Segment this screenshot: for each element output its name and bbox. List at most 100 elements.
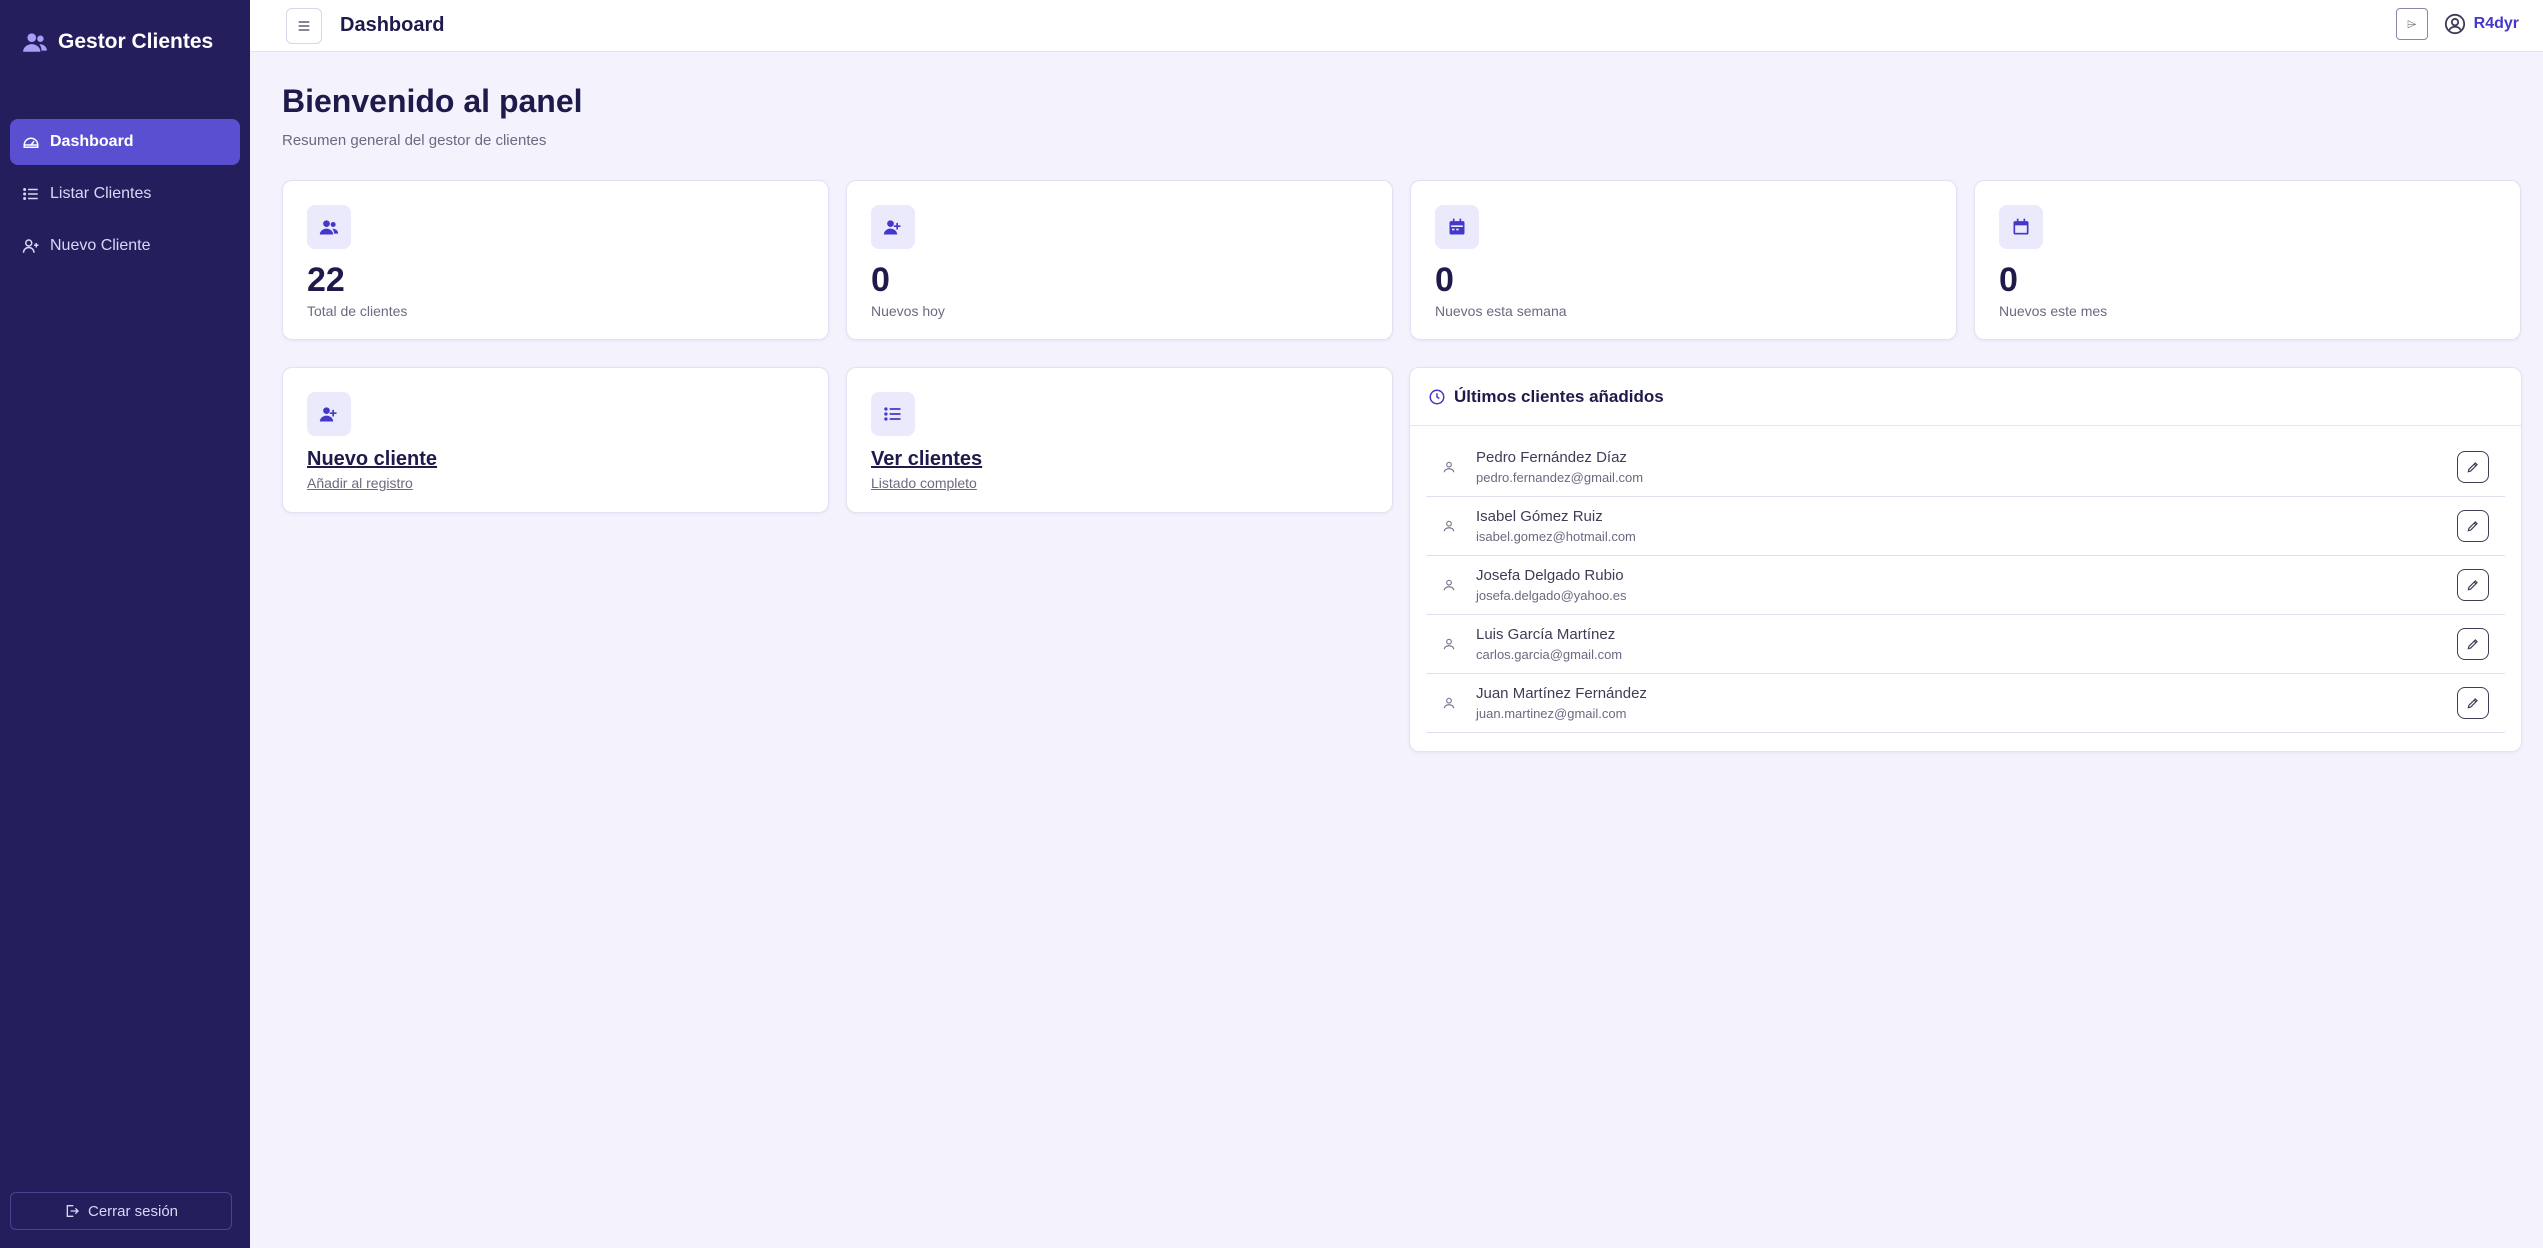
users-icon xyxy=(319,220,339,235)
person-icon xyxy=(1443,638,1455,650)
client-email: carlos.garcia@gmail.com xyxy=(1476,647,1623,662)
person-icon xyxy=(1443,579,1455,591)
pin-button[interactable]: ⌲ xyxy=(2395,8,2428,40)
stat-value: 22 xyxy=(307,261,345,299)
page-header-title: Dashboard xyxy=(340,14,445,36)
user-plus-icon xyxy=(22,239,39,253)
action-title[interactable]: Ver clientes xyxy=(871,448,1368,471)
sidebar-nav: Dashboard Listar Clientes Nuevo Cliente xyxy=(0,119,250,269)
topbar-actions: ⌲ R4dyr xyxy=(2395,8,2519,40)
client-name: Josefa Delgado Rubio xyxy=(1476,567,1624,584)
client-info: Pedro Fernández Díaz pedro.fernandez@gma… xyxy=(1476,449,1643,485)
main-content: Bienvenido al panel Resumen general del … xyxy=(282,52,2522,752)
pencil-icon xyxy=(2467,698,2478,709)
stat-value: 0 xyxy=(871,261,890,299)
pencil-icon xyxy=(2467,521,2478,532)
logout-button[interactable]: Cerrar sesión xyxy=(10,1192,232,1230)
sidebar-item-label: Nuevo Cliente xyxy=(50,237,151,254)
edit-button[interactable] xyxy=(2457,451,2489,483)
logout-icon xyxy=(66,1205,79,1217)
client-name: Isabel Gómez Ruiz xyxy=(1476,508,1603,525)
client-name: Luis García Martínez xyxy=(1476,626,1616,643)
sidebar-item-label: Listar Clientes xyxy=(50,185,152,202)
action-subtitle[interactable]: Listado completo xyxy=(871,475,1368,491)
brand-name: Gestor Clientes xyxy=(58,30,214,53)
recent-clients-title: Últimos clientes añadidos xyxy=(1454,386,1664,406)
menu-toggle-button[interactable] xyxy=(286,7,322,44)
client-info: Juan Martínez Fernández juan.martinez@gm… xyxy=(1476,685,1647,721)
page-subtitle: Resumen general del gestor de clientes xyxy=(282,132,547,149)
sidebar: Gestor Clientes Dashboard Listar Cliente… xyxy=(0,0,250,1248)
calendar-month-icon xyxy=(2013,218,2029,235)
list-icon xyxy=(884,407,901,421)
person-icon xyxy=(1443,520,1455,532)
edit-button[interactable] xyxy=(2457,510,2489,542)
client-name: Juan Martínez Fernández xyxy=(1476,685,1647,702)
sidebar-item-dashboard[interactable]: Dashboard xyxy=(10,119,240,165)
pencil-icon xyxy=(2467,580,2478,591)
client-info: Isabel Gómez Ruiz isabel.gomez@hotmail.c… xyxy=(1476,508,1636,544)
calendar-week-icon xyxy=(1449,218,1465,235)
pencil-icon xyxy=(2467,462,2478,473)
recent-clients-card: Últimos clientes añadidos Pedro Fernánde… xyxy=(1409,367,2522,752)
page-title: Bienvenido al panel xyxy=(282,83,583,119)
action-icon-box xyxy=(307,392,351,436)
client-name: Pedro Fernández Díaz xyxy=(1476,449,1627,466)
edit-button[interactable] xyxy=(2457,569,2489,601)
pencil-icon xyxy=(2467,639,2478,650)
stat-label: Nuevos esta semana xyxy=(1435,303,1567,319)
user-circle-icon xyxy=(2444,13,2465,35)
stat-value: 0 xyxy=(1435,261,1454,299)
list-item: Juan Martínez Fernández juan.martinez@gm… xyxy=(1426,674,2505,733)
client-info: Josefa Delgado Rubio josefa.delgado@yaho… xyxy=(1476,567,1627,603)
edit-button[interactable] xyxy=(2457,687,2489,719)
stat-icon-box xyxy=(871,205,915,249)
user-plus-icon xyxy=(883,220,901,235)
client-email: pedro.fernandez@gmail.com xyxy=(1476,470,1644,485)
stat-label: Nuevos hoy xyxy=(871,303,945,319)
brand: Gestor Clientes xyxy=(0,0,250,84)
clock-icon xyxy=(1429,389,1445,404)
list-icon xyxy=(23,188,38,200)
stat-card-month: 0 Nuevos este mes xyxy=(1974,180,2521,340)
stat-card-today: 0 Nuevos hoy xyxy=(846,180,1393,340)
action-card-nuevo-cliente[interactable]: Nuevo cliente Añadir al registro xyxy=(282,367,829,513)
person-icon xyxy=(1443,461,1455,473)
list-item: Pedro Fernández Díaz pedro.fernandez@gma… xyxy=(1426,438,2505,497)
list-item: Isabel Gómez Ruiz isabel.gomez@hotmail.c… xyxy=(1426,497,2505,556)
sidebar-item-label: Dashboard xyxy=(50,133,134,150)
stat-icon-box xyxy=(1435,205,1479,249)
stat-card-total: 22 Total de clientes xyxy=(282,180,829,340)
stat-label: Total de clientes xyxy=(307,303,408,319)
stat-label: Nuevos este mes xyxy=(1999,303,2108,319)
users-icon xyxy=(23,33,47,52)
list-item: Josefa Delgado Rubio josefa.delgado@yaho… xyxy=(1426,556,2505,615)
client-email: josefa.delgado@yahoo.es xyxy=(1476,588,1627,603)
user-name: R4dyr xyxy=(2473,15,2519,32)
sidebar-item-nuevo-cliente[interactable]: Nuevo Cliente xyxy=(10,223,240,269)
client-email: juan.martinez@gmail.com xyxy=(1476,706,1627,721)
action-icon-box xyxy=(871,392,915,436)
stats-row: 22 Total de clientes 0 Nuevos hoy 0 Nuev… xyxy=(282,180,2522,340)
stat-icon-box xyxy=(307,205,351,249)
sidebar-item-listar-clientes[interactable]: Listar Clientes xyxy=(10,171,240,217)
hamburger-icon xyxy=(298,20,310,31)
stat-value: 0 xyxy=(1999,261,2018,299)
recent-clients-list: Pedro Fernández Díaz pedro.fernandez@gma… xyxy=(1410,426,2521,733)
recent-clients-header: Últimos clientes añadidos xyxy=(1410,368,2521,426)
action-card-ver-clientes[interactable]: Ver clientes Listado completo xyxy=(846,367,1393,513)
client-info: Luis García Martínez carlos.garcia@gmail… xyxy=(1476,626,1622,662)
action-subtitle[interactable]: Añadir al registro xyxy=(307,475,804,491)
logout-label: Cerrar sesión xyxy=(87,1202,179,1220)
edit-button[interactable] xyxy=(2457,628,2489,660)
user-menu[interactable]: R4dyr xyxy=(2444,13,2519,35)
action-title[interactable]: Nuevo cliente xyxy=(307,448,804,471)
person-icon xyxy=(1443,697,1455,709)
stat-card-week: 0 Nuevos esta semana xyxy=(1410,180,1957,340)
stat-icon-box xyxy=(1999,205,2043,249)
topbar: Dashboard ⌲ R4dyr xyxy=(250,0,2543,52)
list-item: Luis García Martínez carlos.garcia@gmail… xyxy=(1426,615,2505,674)
dashboard-icon xyxy=(23,137,39,148)
user-plus-icon xyxy=(319,407,337,422)
client-email: isabel.gomez@hotmail.com xyxy=(1476,529,1636,544)
